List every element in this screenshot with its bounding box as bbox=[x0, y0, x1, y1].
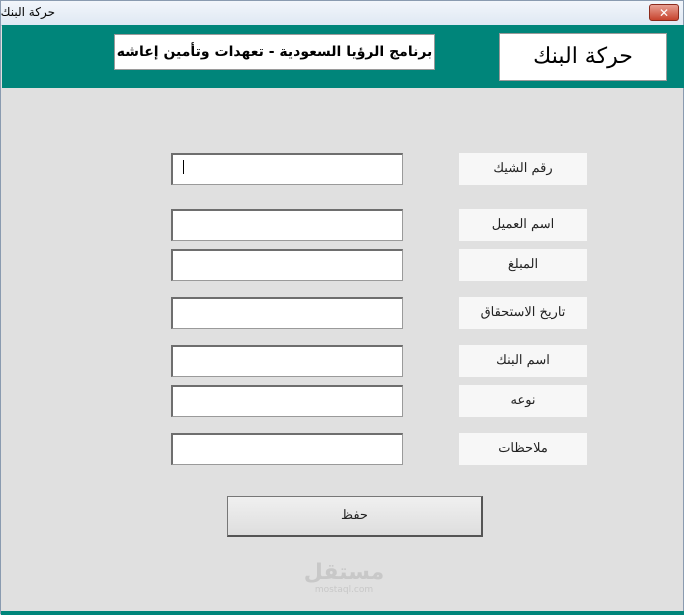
notes-label: ملاحظات bbox=[459, 433, 587, 465]
bank-transaction-window: حركة البنك ✕ برنامج الرؤيا السعودية - تع… bbox=[0, 0, 684, 615]
close-icon: ✕ bbox=[658, 6, 670, 20]
amount-input[interactable] bbox=[171, 249, 403, 281]
cheque-number-label: رقم الشيك bbox=[459, 153, 587, 185]
bank-name-label: اسم البنك bbox=[459, 345, 587, 377]
customer-name-label: اسم العميل bbox=[459, 209, 587, 241]
bottom-border bbox=[1, 611, 684, 615]
due-date-input[interactable] bbox=[171, 297, 403, 329]
window-title: حركة البنك bbox=[0, 5, 55, 19]
program-name: برنامج الرؤيا السعودية - تعهدات وتأمين إ… bbox=[114, 34, 435, 70]
due-date-label: تاريخ الاستحقاق bbox=[459, 297, 587, 329]
watermark-text: مستقل bbox=[303, 560, 385, 585]
notes-input[interactable] bbox=[171, 433, 403, 465]
customer-name-input[interactable] bbox=[171, 209, 403, 241]
watermark-url: mostaql.com bbox=[314, 585, 374, 595]
save-button[interactable]: حفظ bbox=[227, 496, 483, 537]
watermark-logo: مستقل mostaql.com bbox=[299, 560, 389, 596]
type-input[interactable] bbox=[171, 385, 403, 417]
form-title: حركة البنك bbox=[499, 33, 667, 81]
close-button[interactable]: ✕ bbox=[649, 4, 679, 21]
text-caret bbox=[183, 160, 184, 174]
type-label: نوعه bbox=[459, 385, 587, 417]
title-bar: حركة البنك ✕ bbox=[1, 1, 683, 26]
cheque-number-input[interactable] bbox=[171, 153, 403, 185]
bank-name-input[interactable] bbox=[171, 345, 403, 377]
amount-label: المبلغ bbox=[459, 249, 587, 281]
